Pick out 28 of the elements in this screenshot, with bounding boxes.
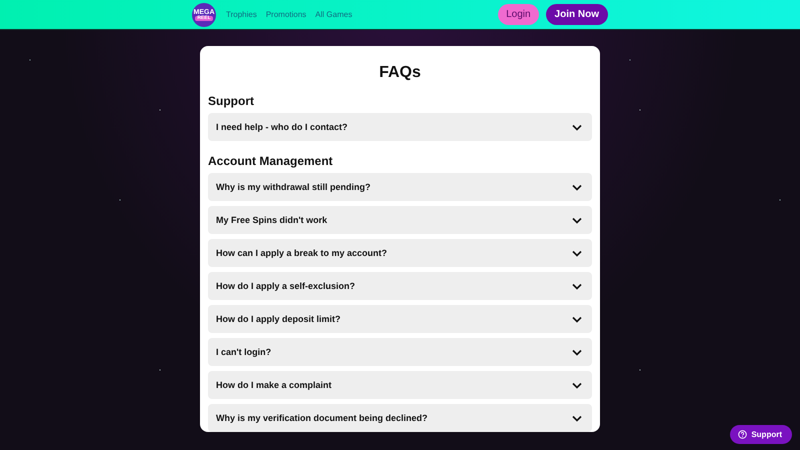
page-title: FAQs	[378, 64, 422, 82]
nav-link[interactable]: Promotions	[266, 10, 306, 19]
question-text: How can I apply a break to my account?	[216, 248, 388, 258]
support-button[interactable]: Support	[730, 425, 792, 444]
question-text: My Free Spins didn't work	[216, 215, 328, 225]
faq-item[interactable]: Why is my withdrawal still pending?	[208, 173, 592, 201]
nav-link[interactable]: All Games	[315, 10, 352, 19]
faq-item[interactable]: How do I make a complaint	[208, 371, 592, 399]
section-heading: Account Management	[208, 154, 334, 168]
nav-link[interactable]: Trophies	[226, 10, 257, 19]
join-now-button[interactable]: Join Now	[546, 4, 608, 25]
faq-item[interactable]: I need help - who do I contact?	[208, 113, 592, 141]
faq-item[interactable]: How do I apply a self-exclusion?	[208, 272, 592, 300]
faq-item[interactable]: How do I apply deposit limit?	[208, 305, 592, 333]
question-text: Why is my withdrawal still pending?	[216, 182, 371, 192]
question-text: How do I apply a self-exclusion?	[216, 281, 356, 291]
faq-item[interactable]: I can't login?	[208, 338, 592, 366]
question-text: How do I apply deposit limit?	[216, 314, 341, 324]
faq-item[interactable]: Why is my verification document being declined?	[208, 404, 592, 432]
question-text: I can't login?	[216, 347, 272, 357]
question-text: I need help - who do I contact?	[216, 122, 348, 132]
faq-item[interactable]: My Free Spins didn't work	[208, 206, 592, 234]
question-text: Why is my verification document being declined?	[216, 413, 428, 423]
faq-item[interactable]: How can I apply a break to my account?	[208, 239, 592, 267]
section-heading: Support	[208, 94, 255, 108]
help-icon	[738, 430, 748, 439]
login-button[interactable]: Login	[498, 4, 539, 25]
question-text: How do I make a complaint	[216, 380, 332, 390]
